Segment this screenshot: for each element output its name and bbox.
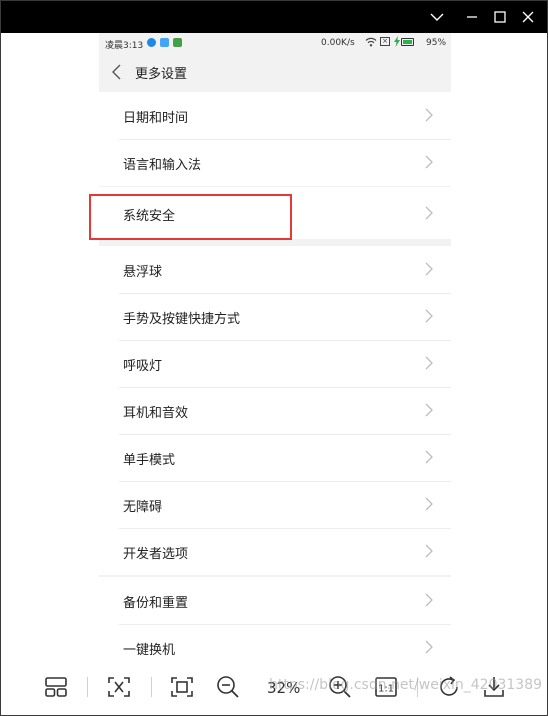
settings-item-label: 耳机和音效: [123, 406, 189, 421]
close-button[interactable]: [517, 7, 539, 27]
settings-item-breathing-light[interactable]: 呼吸灯: [99, 340, 451, 387]
page-title: 更多设置: [135, 67, 188, 82]
zoom-out-icon: [217, 676, 239, 698]
settings-group: 日期和时间 语言和输入法: [99, 92, 451, 186]
layout-grid-icon: [45, 677, 67, 697]
actual-size-button[interactable]: 1:1: [372, 673, 400, 701]
chevron-right-icon: [425, 450, 433, 464]
settings-item-date-time[interactable]: 日期和时间: [99, 92, 451, 139]
settings-item-label: 悬浮球: [123, 265, 163, 280]
status-time: 凌晨3:13: [105, 41, 144, 51]
chevron-right-icon: [425, 108, 433, 122]
settings-item-backup-reset[interactable]: 备份和重置: [99, 577, 451, 624]
image-viewer-window: 凌晨3:13 0.00K/s × 95% 更多设置 日期和时间 语言和输入法 系…: [0, 0, 548, 716]
settings-item-label: 单手模式: [123, 453, 176, 468]
chevron-right-icon: [425, 262, 433, 276]
fullscreen-button[interactable]: [168, 673, 196, 701]
settings-item-headphones-sound[interactable]: 耳机和音效: [99, 387, 451, 434]
wifi-icon: [365, 37, 377, 47]
chevron-right-icon: [425, 309, 433, 323]
chevron-right-icon: [425, 356, 433, 370]
settings-group: 悬浮球 手势及按键快捷方式 呼吸灯 耳机和音效 单手模式 无障碍 开发者选项: [99, 246, 451, 575]
chevron-right-icon: [425, 593, 433, 607]
fullscreen-icon: [171, 677, 193, 697]
settings-item-phone-clone[interactable]: 一键换机: [99, 624, 451, 659]
maximize-button[interactable]: [489, 7, 511, 27]
settings-item-label: 手势及按键快捷方式: [123, 312, 241, 327]
zoom-in-button[interactable]: [326, 673, 354, 701]
network-speed: 0.00K/s: [321, 38, 355, 48]
settings-item-language-input[interactable]: 语言和输入法: [99, 139, 451, 186]
settings-item-one-hand-mode[interactable]: 单手模式: [99, 434, 451, 481]
charging-icon: [394, 36, 400, 47]
download-icon: [484, 677, 504, 697]
settings-item-system-security[interactable]: 系统安全: [99, 187, 451, 239]
settings-item-label: 呼吸灯: [123, 359, 163, 374]
fit-to-window-icon: [108, 677, 130, 697]
settings-group: 备份和重置 一键换机: [99, 577, 451, 659]
chevron-right-icon: [425, 544, 433, 558]
thumbnails-button[interactable]: [42, 673, 70, 701]
rotate-button[interactable]: [435, 673, 463, 701]
status-bar: 凌晨3:13 0.00K/s × 95%: [99, 33, 451, 53]
settings-item-label: 一键换机: [123, 643, 176, 658]
chevron-right-icon: [425, 640, 433, 654]
settings-item-label: 语言和输入法: [123, 158, 202, 173]
zoom-in-icon: [329, 676, 351, 698]
no-sim-icon: ×: [380, 37, 390, 46]
actual-size-label: 1:1: [378, 684, 394, 695]
settings-item-label: 备份和重置: [123, 596, 189, 611]
chevron-down-icon[interactable]: [426, 7, 448, 27]
notification-icon: [147, 38, 156, 47]
rotate-icon: [440, 676, 458, 696]
actual-size-icon: 1:1: [375, 677, 397, 697]
fit-window-button[interactable]: [105, 673, 133, 701]
page-header: 更多设置: [99, 53, 451, 91]
settings-item-floating-ball[interactable]: 悬浮球: [99, 246, 451, 293]
settings-item-label: 系统安全: [123, 209, 176, 224]
settings-item-gestures-shortcuts[interactable]: 手势及按键快捷方式: [99, 293, 451, 340]
chevron-right-icon: [425, 155, 433, 169]
zoom-out-button[interactable]: [214, 673, 242, 701]
chevron-right-icon: [425, 403, 433, 417]
settings-item-label: 日期和时间: [123, 111, 189, 126]
zoom-level: 32%: [267, 679, 301, 697]
settings-item-label: 开发者选项: [123, 547, 189, 562]
settings-item-developer-options[interactable]: 开发者选项: [99, 528, 451, 575]
toolbar-divider: [417, 677, 418, 697]
settings-group: 系统安全: [99, 187, 451, 239]
notification-icon: [160, 38, 169, 47]
toolbar-divider: [151, 677, 152, 697]
settings-item-accessibility[interactable]: 无障碍: [99, 481, 451, 528]
phone-screenshot: 凌晨3:13 0.00K/s × 95% 更多设置 日期和时间 语言和输入法 系…: [99, 33, 451, 659]
toolbar-divider: [87, 677, 88, 697]
battery-percent: 95%: [426, 38, 447, 48]
battery-icon: [401, 38, 414, 46]
notification-icon: [173, 38, 182, 47]
download-button[interactable]: [480, 673, 508, 701]
title-bar: [1, 1, 547, 33]
settings-item-label: 无障碍: [123, 500, 163, 515]
back-arrow-icon[interactable]: [109, 63, 125, 81]
chevron-right-icon: [425, 497, 433, 511]
minimize-button[interactable]: [461, 7, 483, 27]
viewer-toolbar: 32% 1:1 https://blog.csdn.net/weixin_420…: [1, 659, 547, 715]
chevron-right-icon: [425, 206, 433, 220]
